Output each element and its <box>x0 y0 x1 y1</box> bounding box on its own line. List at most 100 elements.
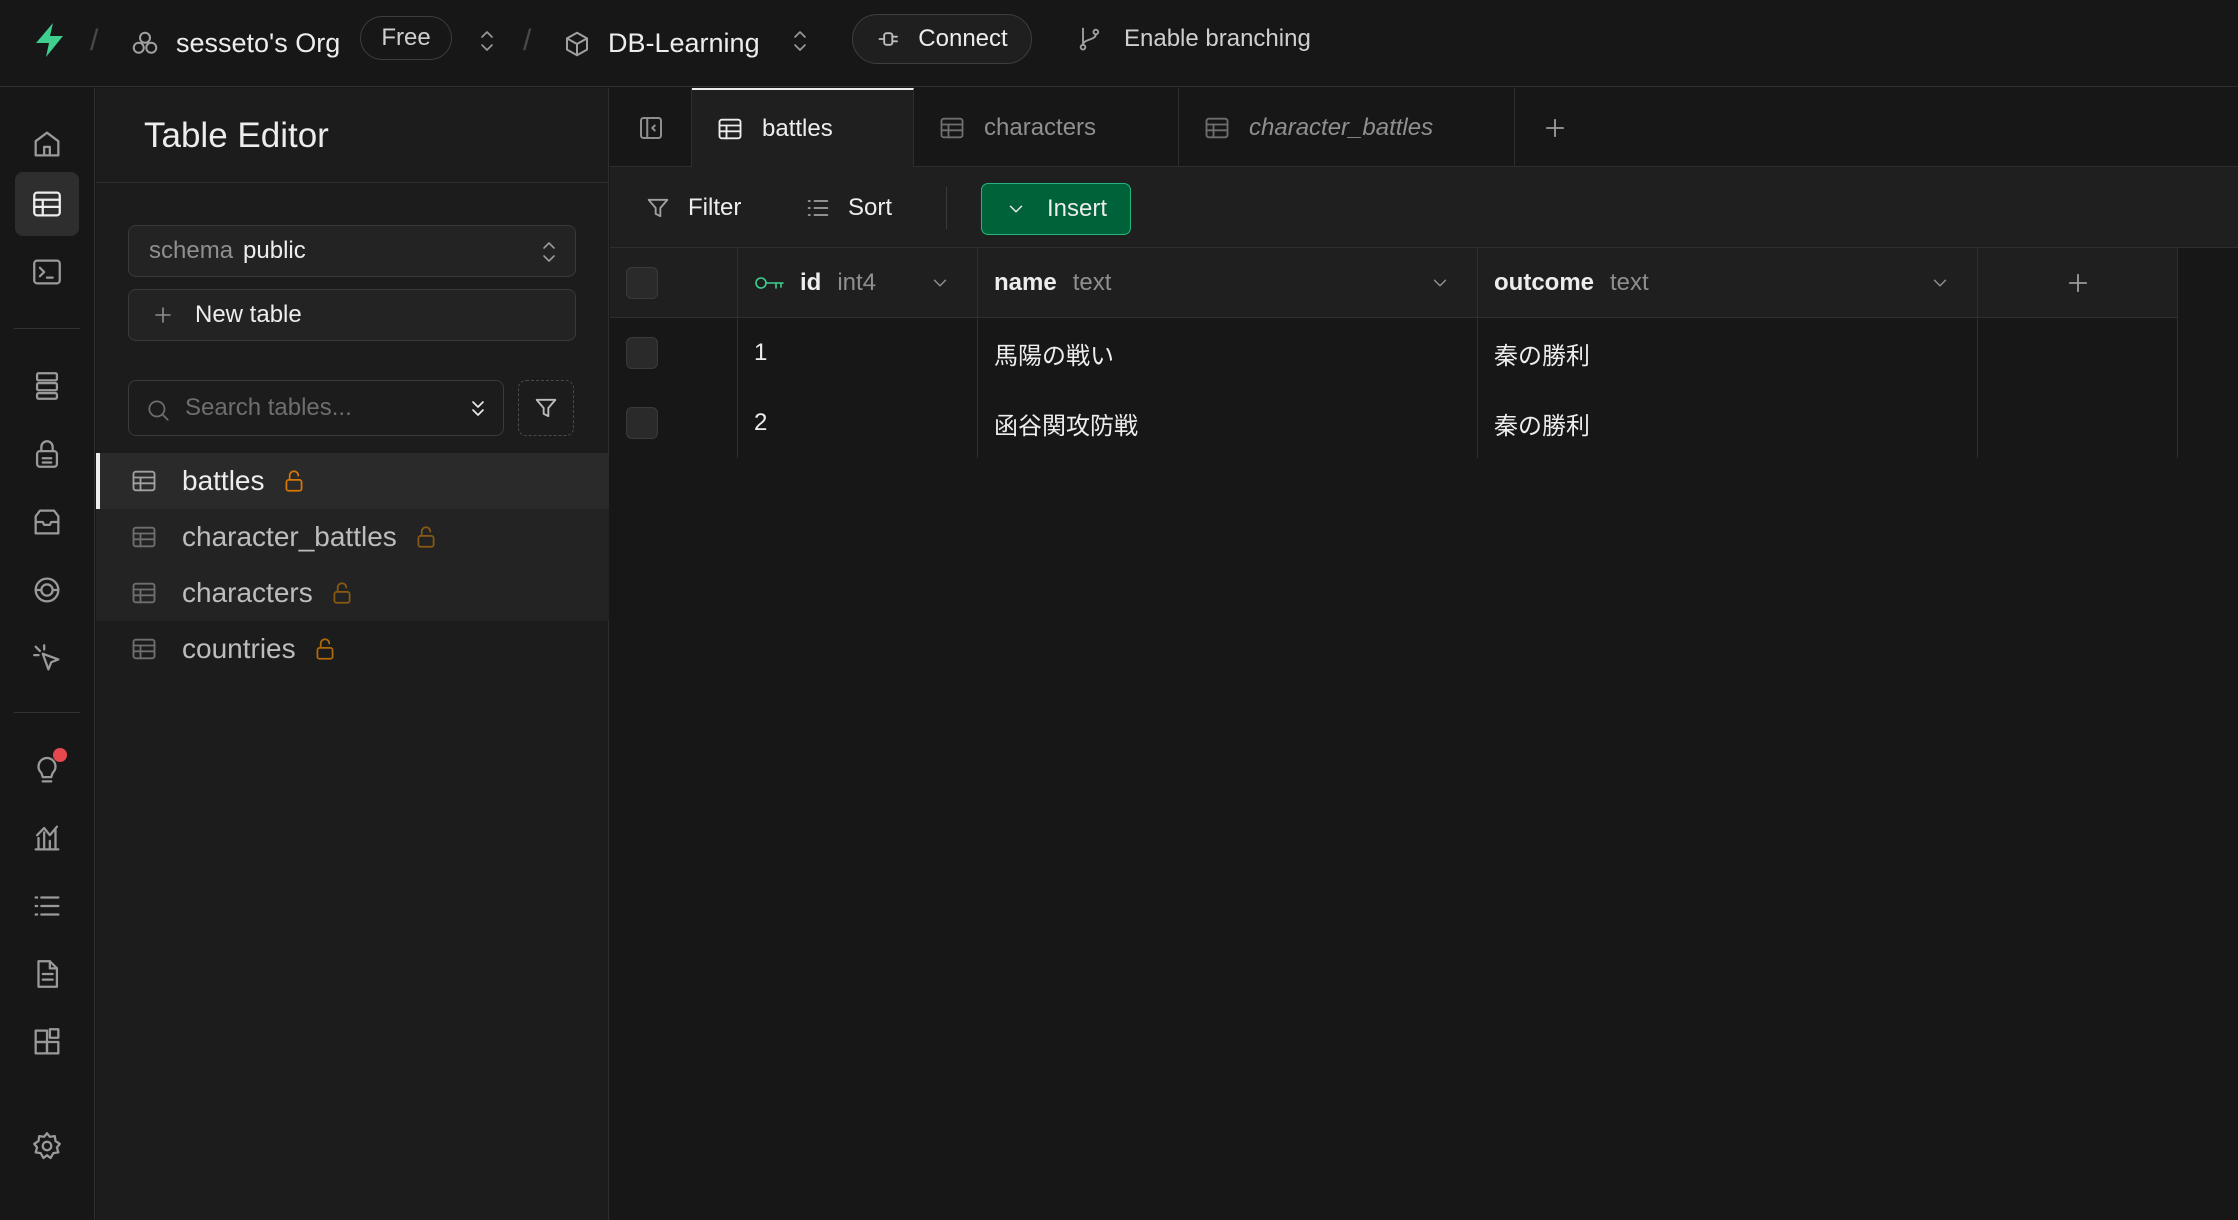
insert-label: Insert <box>1046 195 1108 222</box>
panel-left-icon <box>636 113 666 143</box>
nav-settings[interactable] <box>15 1114 79 1178</box>
filter-button[interactable]: Filter <box>644 183 741 233</box>
table-icon <box>130 579 158 607</box>
cell-name[interactable]: 馬陽の戦い <box>978 318 1478 388</box>
unlock-icon <box>329 580 355 606</box>
sort-button[interactable]: Sort <box>804 183 892 233</box>
org-selector[interactable]: sesseto's Org <box>130 0 340 87</box>
table-name: characters <box>182 577 313 608</box>
top-bar: / sesseto's Org Free / DB-Learning Conne… <box>0 0 2238 87</box>
add-column-button[interactable] <box>1978 248 2178 318</box>
column-type: text <box>1610 269 1649 296</box>
terminal-icon <box>30 255 64 289</box>
supabase-logo-icon[interactable] <box>30 20 70 60</box>
chevron-down-icon[interactable] <box>1929 272 1951 294</box>
new-table-button[interactable]: New table <box>128 289 576 341</box>
column-header-id[interactable]: id int4 <box>738 248 978 318</box>
insert-button[interactable]: Insert <box>981 183 1131 235</box>
gear-icon <box>30 1129 64 1163</box>
connect-button[interactable]: Connect <box>852 14 1032 64</box>
row-checkbox[interactable] <box>626 337 658 369</box>
schema-value: public <box>243 237 306 264</box>
nav-api-docs[interactable] <box>15 942 79 1006</box>
row-select-cell <box>610 318 738 388</box>
column-header-outcome[interactable]: outcome text <box>1478 248 1978 318</box>
cell-id[interactable]: 2 <box>738 388 978 458</box>
grid-toolbar: Filter Sort Insert <box>610 167 2238 248</box>
branching-label: Enable branching <box>1124 25 1311 52</box>
plus-icon <box>151 303 175 327</box>
org-switch-chevron-icon[interactable] <box>475 26 499 56</box>
database-icon <box>30 369 64 403</box>
archive-box-icon <box>30 505 64 539</box>
tab-characters[interactable]: characters <box>914 88 1179 167</box>
row-select-cell <box>610 388 738 458</box>
project-switch-chevron-icon[interactable] <box>788 26 812 56</box>
collapse-sidebar-button[interactable] <box>610 88 692 167</box>
nav-realtime[interactable] <box>15 558 79 622</box>
lock-icon <box>30 437 64 471</box>
schema-select[interactable]: schema public <box>128 225 576 277</box>
column-header-name[interactable]: name text <box>978 248 1478 318</box>
table-list-item-battles[interactable]: battles <box>96 453 609 509</box>
cell-name[interactable]: 函谷関攻防戦 <box>978 388 1478 458</box>
table-icon <box>130 523 158 551</box>
empty-cell <box>1978 388 2178 458</box>
sort-label: Sort <box>848 194 893 221</box>
tab-battles[interactable]: battles <box>692 88 914 168</box>
chevrons-down-icon[interactable] <box>465 395 491 423</box>
table-editor-sidebar: Table Editor schema public New table bat… <box>96 88 609 1220</box>
nav-reports[interactable] <box>15 806 79 870</box>
nav-database[interactable] <box>15 354 79 418</box>
column-name: outcome <box>1494 269 1595 296</box>
chevron-down-icon <box>1005 198 1027 220</box>
tab-label: character_battles <box>1249 113 1434 141</box>
table-list-item-character-battles[interactable]: character_battles <box>96 509 609 565</box>
chevron-down-icon[interactable] <box>929 272 951 294</box>
nav-table-editor[interactable] <box>15 172 79 236</box>
table-name: battles <box>182 465 265 496</box>
table-icon <box>30 187 64 221</box>
nav-logs[interactable] <box>15 874 79 938</box>
header-select-cell <box>610 248 738 318</box>
tab-character-battles[interactable]: character_battles <box>1179 88 1515 167</box>
tab-bar: battles characters character_battles <box>610 88 2238 168</box>
nav-integrations[interactable] <box>15 1010 79 1074</box>
table-row: 2 函谷関攻防戦 秦の勝利 <box>610 388 2178 458</box>
nav-authentication[interactable] <box>15 422 79 486</box>
table-icon <box>130 467 158 495</box>
nav-divider <box>14 712 80 713</box>
column-name: name <box>994 269 1057 296</box>
filter-tables-button[interactable] <box>518 380 574 436</box>
table-list-item-characters[interactable]: characters <box>96 565 609 621</box>
select-all-checkbox[interactable] <box>626 267 658 299</box>
nav-sql-editor[interactable] <box>15 240 79 304</box>
primary-key-icon <box>754 272 786 294</box>
add-tab-button[interactable] <box>1515 88 1595 167</box>
cell-outcome[interactable]: 秦の勝利 <box>1478 318 1978 388</box>
cell-id[interactable]: 1 <box>738 318 978 388</box>
org-icon <box>130 29 160 59</box>
table-icon <box>1203 114 1231 142</box>
enable-branching-button[interactable]: Enable branching <box>1076 14 1311 64</box>
project-selector[interactable]: DB-Learning <box>562 0 760 87</box>
schema-label: schema <box>149 237 234 264</box>
sidebar-divider <box>96 182 609 183</box>
nav-storage[interactable] <box>15 490 79 554</box>
list-icon <box>30 889 64 923</box>
nav-edge-functions[interactable] <box>15 626 79 690</box>
project-name: DB-Learning <box>608 28 760 58</box>
nav-home[interactable] <box>15 112 79 176</box>
chevron-down-icon[interactable] <box>1429 272 1451 294</box>
nav-advisors[interactable] <box>15 738 79 802</box>
row-checkbox[interactable] <box>626 407 658 439</box>
home-icon <box>30 127 64 161</box>
cell-outcome[interactable]: 秦の勝利 <box>1478 388 1978 458</box>
nav-divider <box>14 328 80 329</box>
table-list-item-countries[interactable]: countries <box>96 621 609 677</box>
search-tables <box>128 380 504 436</box>
table-icon <box>938 114 966 142</box>
connect-label: Connect <box>918 25 1008 52</box>
search-input[interactable] <box>185 389 455 427</box>
tab-label: characters <box>984 113 1097 141</box>
